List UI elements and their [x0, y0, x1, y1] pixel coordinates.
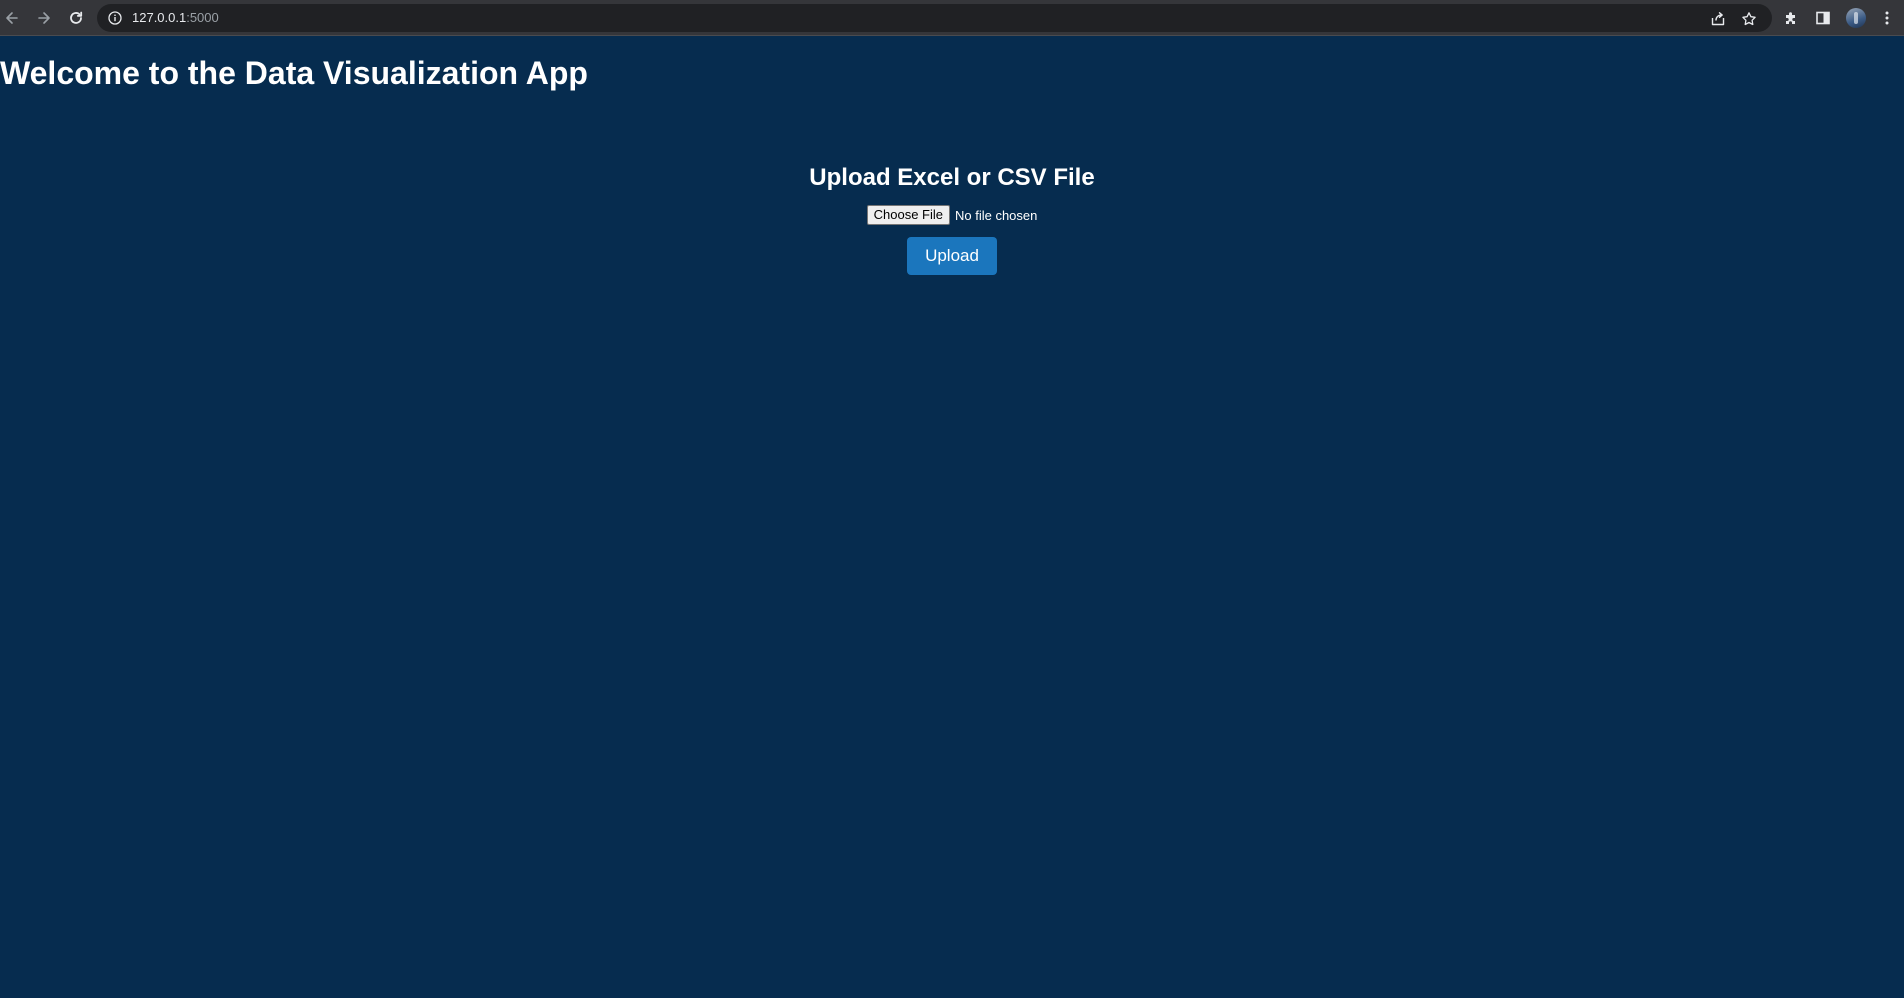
star-icon — [1742, 12, 1756, 26]
share-icon — [1711, 12, 1725, 26]
file-status-text: No file chosen — [954, 207, 1038, 223]
reload-icon — [70, 11, 83, 24]
upload-button[interactable]: Upload — [907, 237, 997, 275]
side-panel-icon — [1816, 11, 1830, 25]
extensions-button[interactable] — [1781, 8, 1801, 28]
upload-heading: Upload Excel or CSV File — [809, 164, 1095, 191]
bookmark-button[interactable] — [1740, 10, 1758, 28]
choose-file-button[interactable]: Choose File — [866, 205, 950, 225]
browser-menu-button[interactable] — [1877, 8, 1897, 28]
avatar[interactable] — [1846, 8, 1866, 28]
browser-toolbar: 127.0.0.1:5000 — [0, 0, 1904, 36]
reload-button[interactable] — [64, 6, 88, 30]
url-port: :5000 — [186, 10, 219, 25]
arrow-right-icon — [38, 12, 50, 24]
side-panel-button[interactable] — [1813, 8, 1833, 28]
info-icon[interactable] — [108, 11, 122, 25]
forward-button[interactable] — [32, 6, 56, 30]
share-button[interactable] — [1709, 10, 1727, 28]
back-button[interactable] — [0, 6, 24, 30]
arrow-left-icon — [6, 12, 18, 24]
url-host: 127.0.0.1 — [132, 10, 187, 25]
page-title: Welcome to the Data Visualization App — [0, 55, 588, 91]
kebab-menu-icon — [1885, 11, 1889, 25]
puzzle-icon — [1786, 12, 1795, 24]
address-bar[interactable]: 127.0.0.1:5000 — [97, 4, 1772, 32]
url-text[interactable]: 127.0.0.1:5000 — [132, 4, 219, 32]
upload-form: Upload Excel or CSV File Choose File No … — [0, 160, 1904, 275]
file-input[interactable]: Choose File No file chosen — [0, 204, 1904, 226]
